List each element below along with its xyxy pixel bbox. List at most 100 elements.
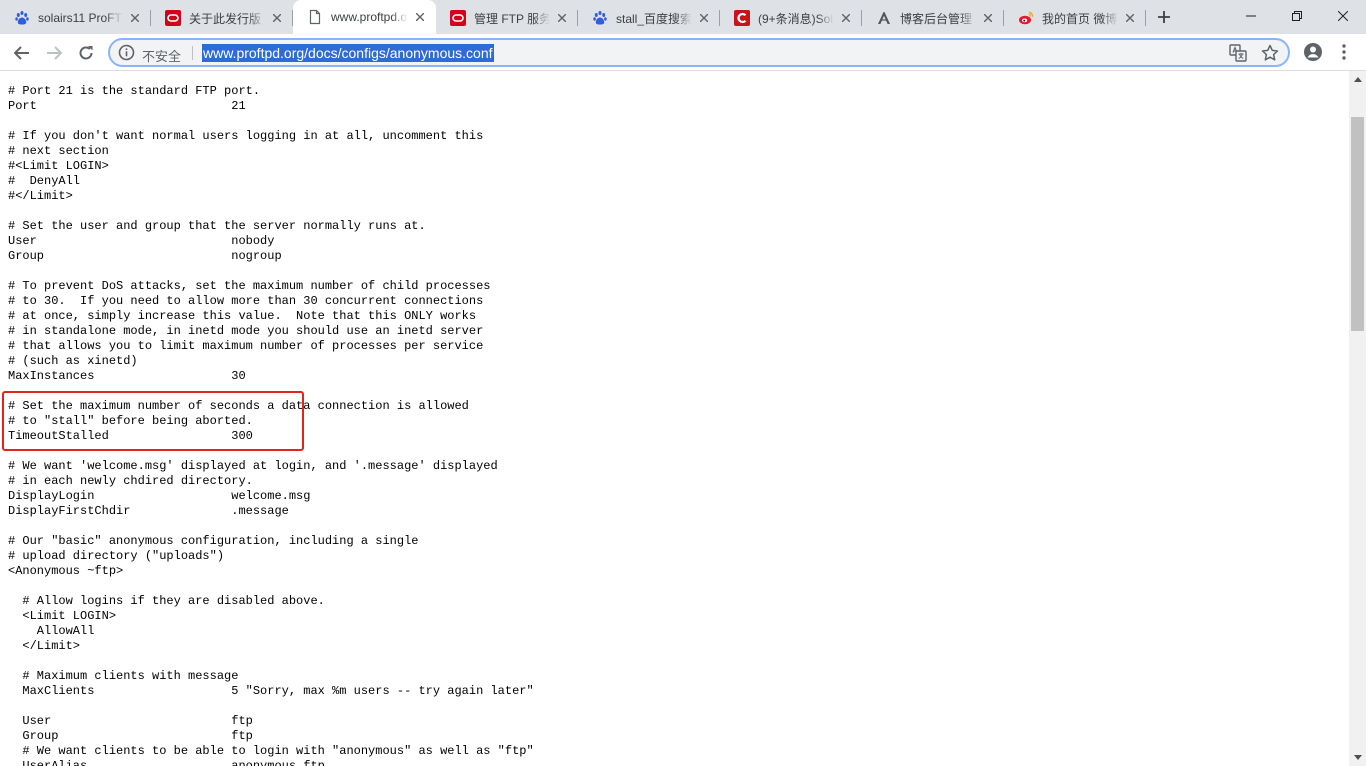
new-tab-button[interactable]	[1153, 6, 1175, 28]
config-line	[8, 114, 534, 129]
config-line: Group ftp	[8, 729, 253, 743]
reload-icon	[79, 46, 93, 60]
triangle-up-icon	[1353, 77, 1362, 82]
config-line: # next section	[8, 144, 109, 158]
profile-button[interactable]	[1300, 39, 1326, 65]
baidu-paw-icon	[14, 10, 30, 26]
config-line: # upload directory ("uploads")	[8, 549, 225, 563]
baidu-paw-icon	[592, 10, 608, 26]
tab-close-icon[interactable]	[554, 10, 570, 26]
config-line	[8, 519, 534, 534]
config-line: # Our "basic" anonymous configuration, i…	[8, 534, 419, 548]
config-line: # We want clients to be able to login wi…	[8, 744, 534, 758]
tab-5[interactable]: stall_百度搜索	[578, 2, 720, 34]
restore-button[interactable]	[1274, 2, 1320, 30]
config-line: # in standalone mode, in inetd mode you …	[8, 324, 484, 338]
config-line: #<Limit LOGIN>	[8, 159, 109, 173]
omnibox-divider	[192, 46, 193, 60]
tab-close-icon[interactable]	[412, 9, 428, 25]
config-line: User ftp	[8, 714, 253, 728]
tab-close-icon[interactable]	[269, 10, 285, 26]
bookmark-button[interactable]	[1260, 43, 1280, 63]
forward-button[interactable]	[40, 39, 68, 67]
url-text[interactable]: www.proftpd.org/docs/configs/anonymous.c…	[202, 44, 494, 62]
config-line: # We want 'welcome.msg' displayed at log…	[8, 459, 498, 473]
config-line: #</Limit>	[8, 189, 73, 203]
plus-icon	[1158, 11, 1170, 23]
tab-strip: solairs11 ProFTPD 关于此发行版 ProFTPD www.proft…	[0, 0, 1366, 34]
tab-close-icon[interactable]	[838, 10, 854, 26]
config-line: # Set the user and group that the server…	[8, 219, 426, 233]
scroll-down-button[interactable]	[1349, 749, 1366, 766]
config-line: </Limit>	[8, 639, 81, 653]
config-line: UserAlias anonymous ftp	[8, 759, 325, 766]
csdn-icon	[734, 10, 750, 26]
more-vert-icon	[1342, 44, 1346, 60]
security-label[interactable]: 不安全	[142, 46, 181, 65]
config-line: Port 21	[8, 99, 246, 113]
config-line: # DenyAll	[8, 174, 81, 188]
tab-6[interactable]: (9+条消息)Solaris	[720, 2, 862, 34]
config-line: DisplayLogin welcome.msg	[8, 489, 311, 503]
tab-title: stall_百度搜索	[616, 11, 692, 26]
config-line: # (such as xinetd)	[8, 354, 138, 368]
translate-button[interactable]	[1228, 43, 1248, 63]
config-line	[8, 579, 534, 594]
vertical-scrollbar[interactable]	[1349, 71, 1366, 766]
close-window-button[interactable]	[1320, 2, 1366, 30]
config-line: AllowAll	[8, 624, 95, 638]
arrow-right-icon	[47, 46, 62, 60]
config-line: MaxInstances 30	[8, 369, 246, 383]
config-line	[8, 699, 534, 714]
tab-close-icon[interactable]	[696, 10, 712, 26]
config-line	[8, 204, 534, 219]
tab-title: 我的首页 微博	[1042, 11, 1118, 26]
tab-close-icon[interactable]	[980, 10, 996, 26]
page-viewport: # Port 21 is the standard FTP port. Port …	[0, 71, 1349, 766]
browser-menu-button[interactable]	[1334, 39, 1354, 65]
minimize-button[interactable]	[1228, 2, 1274, 30]
config-line: User nobody	[8, 234, 275, 248]
tab-3[interactable]: www.proftpd.org/docs	[293, 0, 436, 34]
account-circle-icon	[1304, 43, 1322, 61]
config-line: # Allow logins if they are disabled abov…	[8, 594, 325, 608]
config-line: # Maximum clients with message	[8, 669, 239, 683]
oracle-icon	[450, 10, 466, 26]
tab-8[interactable]: 我的首页 微博	[1004, 2, 1146, 34]
tab-title: 关于此发行版 ProFTPD	[189, 11, 265, 26]
close-icon	[1338, 11, 1348, 21]
info-icon[interactable]	[118, 44, 135, 61]
tab-7[interactable]: 博客后台管理	[862, 2, 1004, 34]
tab-4[interactable]: 管理 FTP 服务器	[436, 2, 578, 34]
address-bar[interactable]: 不安全 www.proftpd.org/docs/configs/anonymo…	[108, 38, 1290, 67]
scroll-thumb[interactable]	[1351, 117, 1364, 331]
config-line: # at once, simply increase this value. N…	[8, 309, 477, 323]
tab-separator	[1145, 10, 1146, 26]
page-icon	[307, 9, 323, 25]
toolbar: 不安全 www.proftpd.org/docs/configs/anonymo…	[0, 34, 1366, 71]
config-line	[8, 264, 534, 279]
tab-1[interactable]: solairs11 ProFTPD	[0, 2, 151, 34]
tab-2[interactable]: 关于此发行版 ProFTPD	[151, 2, 293, 34]
star-icon	[1261, 44, 1279, 61]
config-line: # in each newly chdired directory.	[8, 474, 253, 488]
blog-icon	[876, 10, 892, 26]
config-line: MaxClients 5 "Sorry, max %m users -- try…	[8, 684, 534, 698]
config-line: # If you don't want normal users logging…	[8, 129, 484, 143]
config-line: Group nogroup	[8, 249, 282, 263]
scroll-up-button[interactable]	[1349, 71, 1366, 88]
tab-title: 管理 FTP 服务器	[474, 11, 550, 26]
config-line: <Limit LOGIN>	[8, 609, 117, 623]
arrow-left-icon	[14, 46, 29, 60]
tab-close-icon[interactable]	[127, 10, 143, 26]
reload-button[interactable]	[72, 39, 100, 67]
weibo-icon	[1018, 10, 1034, 26]
config-line	[8, 654, 534, 669]
minimize-icon	[1246, 15, 1256, 17]
triangle-down-icon	[1353, 755, 1362, 760]
annotation-highlight-box	[2, 391, 304, 451]
config-line: <Anonymous ~ftp>	[8, 564, 124, 578]
config-line: # to 30. If you need to allow more than …	[8, 294, 484, 308]
back-button[interactable]	[8, 39, 36, 67]
tab-close-icon[interactable]	[1122, 10, 1138, 26]
